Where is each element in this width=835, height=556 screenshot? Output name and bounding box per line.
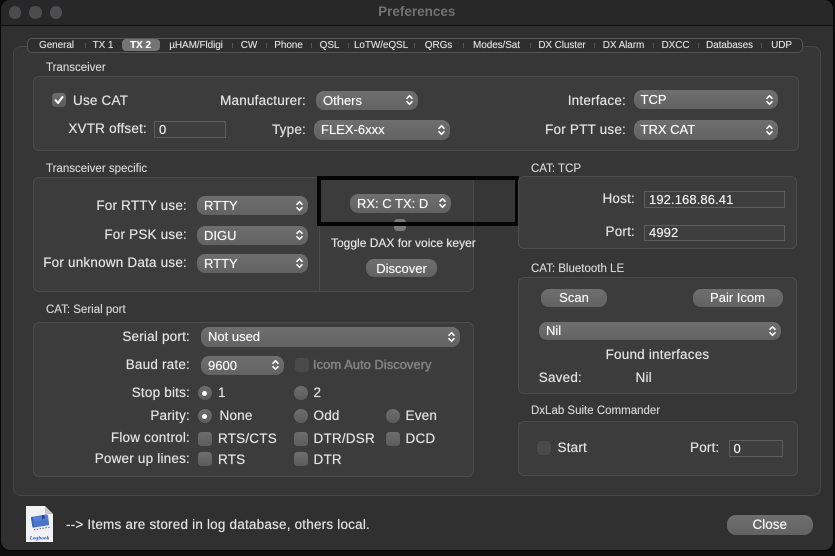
svg-text:Logbook: Logbook bbox=[29, 536, 50, 542]
